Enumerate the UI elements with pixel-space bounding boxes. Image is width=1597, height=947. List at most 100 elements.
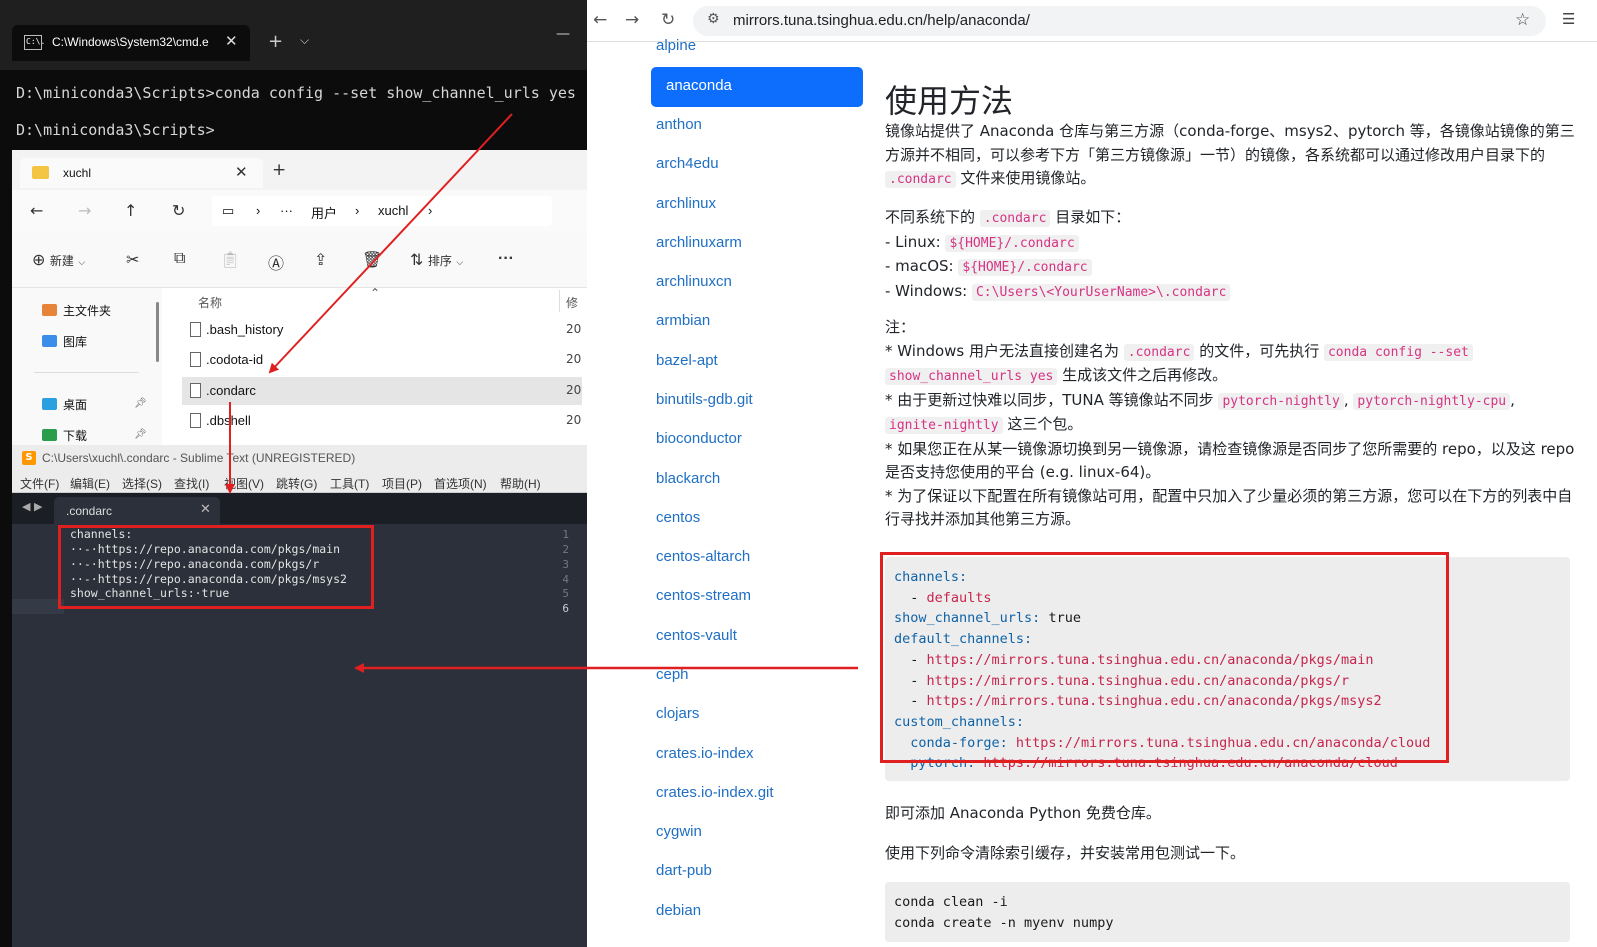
refresh-icon[interactable]: ↻ [172,201,185,220]
menu-item-help[interactable]: 帮助(H) [500,475,541,492]
menu-item-find[interactable]: 查找(I) [174,475,209,492]
sidebar-item-archlinuxcn[interactable]: archlinuxcn [656,273,732,290]
sidebar-item-alpine[interactable]: alpine [656,37,696,54]
editor-tab[interactable]: .condarc ✕ [54,497,220,524]
menu-item-file[interactable]: 文件(F) [20,475,59,492]
sidebar-item-bazel-apt[interactable]: bazel-apt [656,352,718,369]
back-icon[interactable]: ← [30,201,43,220]
menu-item-edit[interactable]: 编辑(E) [70,475,110,492]
inline-code: ${HOME}/.condarc [958,259,1092,276]
menu-item-preferences[interactable]: 首选项(N) [434,475,487,492]
sidebar-item-crates-io-index[interactable]: crates.io-index [656,745,754,762]
sidebar-item-centos[interactable]: centos [656,509,700,526]
sidebar-item-ceph[interactable]: ceph [656,666,689,683]
reload-icon[interactable]: ↻ [661,10,675,30]
copy-icon[interactable]: ⧉ [174,250,185,268]
url-text: mirrors.tuna.tsinghua.edu.cn/help/anacon… [733,12,1030,29]
forward-icon[interactable]: → [625,10,639,30]
nav-scrollbar[interactable] [156,302,159,362]
file-row[interactable]: .codota-id 20 [182,346,582,374]
sidebar-item-centos-stream[interactable]: centos-stream [656,587,751,604]
column-divider[interactable] [559,290,560,312]
nav-item-downloads[interactable]: 下载 [42,427,87,444]
file-row[interactable]: .dbshell 20 [182,407,582,435]
menu-item-tools[interactable]: 工具(T) [330,475,369,492]
sort-button[interactable]: ⇅ 排序 ⌵ [410,250,463,270]
file-row[interactable]: .bash_history 20 [182,316,582,344]
new-button[interactable]: ⊕ 新建 ⌵ [32,250,85,270]
pin-icon[interactable]: 📌︎ [134,429,147,440]
note-text: 生成该文件之后再修改。 [1062,366,1228,384]
sidebar-item-armbian[interactable]: armbian [656,312,710,329]
sidebar-item-anthon[interactable]: anthon [656,116,702,133]
close-icon[interactable]: ✕ [225,32,238,50]
dirs-text: 目录如下： [1055,208,1131,226]
menu-item-project[interactable]: 项目(P) [382,475,422,492]
url-bar[interactable]: ⚙ mirrors.tuna.tsinghua.edu.cn/help/anac… [693,6,1546,36]
browser-window: ← → ↻ ⚙ mirrors.tuna.tsinghua.edu.cn/hel… [587,0,1597,947]
sidebar-item-arch4edu[interactable]: arch4edu [656,155,719,172]
paste-icon[interactable]: 📋︎ [220,250,240,270]
cmd-tab[interactable]: C:\. C:\Windows\System32\cmd.e ✕ [12,25,250,61]
sidebar-item-binutils-gdb[interactable]: binutils-gdb.git [656,391,753,408]
menu-item-view[interactable]: 视图(V) [224,475,264,492]
explorer-tab[interactable]: xuchl ✕ [20,158,263,188]
line-number-gutter [12,524,62,947]
sublime-titlebar: S C:\Users\xuchl\.condarc - Sublime Text… [12,445,587,471]
site-info-icon[interactable]: ⚙ [707,11,720,27]
forward-icon[interactable]: → [78,201,91,220]
file-list: ⌃ 名称 修 .bash_history 20 .codota-id 20 .c… [162,286,587,445]
gallery-icon [42,335,57,347]
delete-icon[interactable]: 🗑︎ [362,250,382,270]
up-icon[interactable]: ↑ [124,201,137,220]
menu-item-select[interactable]: 选择(S) [122,475,162,492]
chevron-down-icon[interactable]: ⌵ [300,33,309,48]
page-title: 使用方法 [885,82,1014,120]
reading-list-icon[interactable]: ☰ [1562,10,1575,28]
note-text: 这三个包。 [1007,415,1083,433]
file-row-selected[interactable]: .condarc 20 [182,377,582,405]
nav-item-home[interactable]: 主文件夹 [42,302,111,319]
sidebar-item-crates-io-index-git[interactable]: crates.io-index.git [656,784,774,801]
bookmark-star-icon[interactable]: ☆ [1515,10,1530,30]
minimize-icon[interactable]: — [556,26,570,42]
inline-code: pytorch-nightly [1218,392,1344,410]
line-number: 1 [562,528,569,541]
new-tab-icon[interactable]: + [272,160,286,180]
commands-code-block[interactable]: conda clean -i conda create -n myenv num… [885,882,1570,942]
sidebar-item-bioconductor[interactable]: bioconductor [656,430,742,447]
menu-item-goto[interactable]: 跳转(G) [276,475,317,492]
more-icon[interactable]: ··· [280,203,293,218]
column-header-date[interactable]: 修 [566,294,578,311]
new-tab-icon[interactable]: + [268,31,283,52]
intro-text: 文件来使用镜像站。 [960,169,1096,187]
sidebar-item-blackarch[interactable]: blackarch [656,470,720,487]
note-text: * 由于更新过快难以同步，TUNA 等镜像站不同步 [885,390,1214,409]
more-options-icon[interactable]: ··· [498,250,514,268]
nav-item-gallery[interactable]: 图库 [42,333,87,350]
sidebar-item-debian[interactable]: debian [656,902,701,919]
sidebar-item-clojars[interactable]: clojars [656,705,699,722]
close-icon[interactable]: ✕ [235,163,248,181]
tab-nav-arrows-icon[interactable]: ◀ ▶ [22,500,42,513]
breadcrumb-item[interactable]: 用户 [311,203,337,222]
sidebar-item-centos-altarch[interactable]: centos-altarch [656,548,750,565]
share-icon[interactable]: ⇪ [314,250,327,270]
sidebar-item-centos-vault[interactable]: centos-vault [656,627,737,644]
column-header-name[interactable]: 名称 [198,294,222,311]
sidebar-item-archlinux[interactable]: archlinux [656,195,716,212]
address-bar[interactable]: ▭ › ··· 用户 › xuchl › [212,196,552,226]
back-icon[interactable]: ← [593,10,607,30]
breadcrumb-item[interactable]: xuchl [378,203,408,218]
sidebar-item-dart-pub[interactable]: dart-pub [656,862,712,879]
rename-icon[interactable]: Ⓐ [268,250,284,274]
sidebar-item-cygwin[interactable]: cygwin [656,823,702,840]
file-name: .condarc [206,383,256,398]
cut-icon[interactable]: ✂ [126,250,139,270]
sublime-tabbar: ◀ ▶ .condarc ✕ [12,493,587,524]
sidebar-item-archlinuxarm[interactable]: archlinuxarm [656,234,742,251]
pin-icon[interactable]: 📌︎ [134,398,147,409]
close-icon[interactable]: ✕ [200,502,211,517]
nav-item-desktop[interactable]: 桌面 [42,396,87,413]
sidebar-item-anaconda[interactable]: anaconda [651,67,863,107]
